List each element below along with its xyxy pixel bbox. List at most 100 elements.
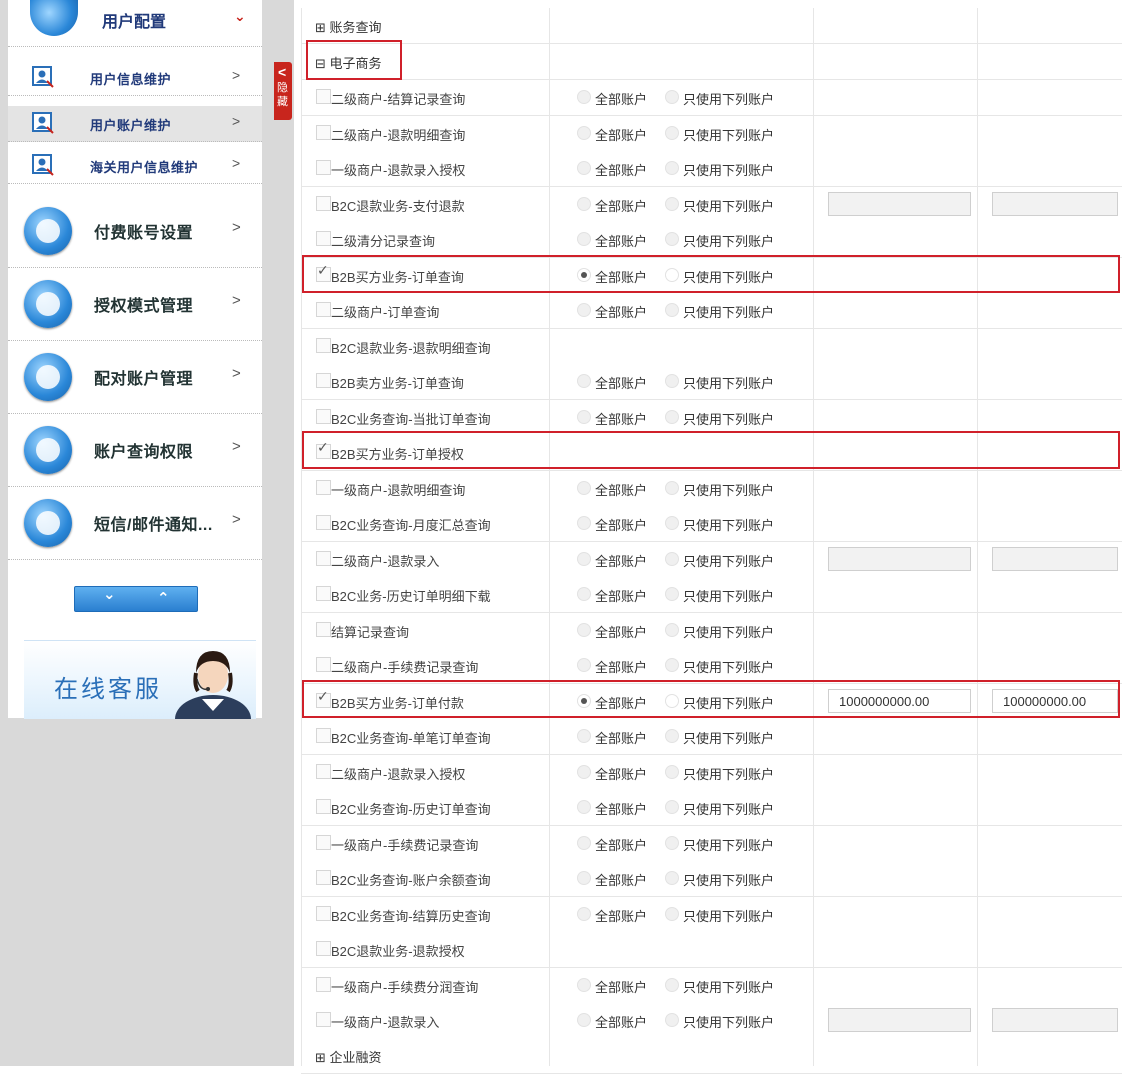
radio-only-accounts[interactable] bbox=[665, 480, 679, 495]
permission-label: 二级商户-退款录入 bbox=[331, 553, 440, 569]
radio-only-accounts[interactable] bbox=[665, 125, 679, 140]
sidebar-item[interactable]: 配对账户管理 > bbox=[8, 341, 262, 414]
radio-all-accounts[interactable] bbox=[577, 977, 591, 992]
radio-all-accounts[interactable] bbox=[577, 196, 591, 211]
sidebar-item[interactable]: 短信/邮件通知... > bbox=[8, 487, 262, 560]
permission-label: B2C业务查询-历史订单查询 bbox=[331, 802, 491, 817]
scroll-down-button[interactable]: ⌄ bbox=[103, 585, 116, 603]
sidebar-subitem[interactable]: 海关用户信息维护 > bbox=[8, 148, 262, 184]
radio-all-accounts[interactable] bbox=[577, 303, 591, 317]
radio-only-accounts[interactable] bbox=[665, 161, 679, 175]
permission-checkbox[interactable] bbox=[316, 1012, 331, 1027]
radio-all-accounts[interactable] bbox=[577, 906, 591, 921]
radio-only-accounts[interactable] bbox=[665, 90, 679, 104]
hide-sidebar-tab[interactable]: < 隐 藏 bbox=[274, 62, 292, 120]
group-row-account-query[interactable]: ⊞ 账务查询 bbox=[301, 8, 1122, 44]
sidebar-subitem[interactable]: 用户账户维护 > bbox=[8, 106, 262, 142]
sidebar-item[interactable]: 账户查询权限 > bbox=[8, 414, 262, 487]
radio-only-accounts[interactable] bbox=[665, 658, 679, 672]
radio-all-accounts[interactable] bbox=[577, 658, 591, 672]
radio-all-accounts[interactable] bbox=[577, 835, 591, 850]
radio-all-accounts[interactable] bbox=[577, 480, 591, 495]
radio-only-accounts[interactable] bbox=[665, 729, 679, 743]
limit-input-1[interactable] bbox=[828, 1008, 971, 1032]
radio-only-accounts[interactable] bbox=[665, 303, 679, 317]
highlight-ecommerce bbox=[306, 40, 402, 80]
scroll-up-button[interactable]: ⌃ bbox=[157, 589, 170, 607]
limit-input-1[interactable] bbox=[828, 191, 971, 216]
permission-checkbox[interactable] bbox=[316, 515, 331, 530]
permission-checkbox[interactable] bbox=[316, 479, 331, 495]
limit-input-1[interactable] bbox=[828, 546, 971, 571]
radio-all-accounts[interactable] bbox=[577, 409, 591, 424]
radio-all-accounts[interactable] bbox=[577, 551, 591, 566]
permission-checkbox[interactable] bbox=[316, 834, 331, 850]
radio-only-accounts[interactable] bbox=[665, 409, 679, 424]
collapse-arrow-icon: < bbox=[278, 64, 287, 80]
permission-label: 二级清分记录查询 bbox=[331, 234, 436, 249]
radio-all-accounts[interactable] bbox=[577, 125, 591, 140]
radio-all-accounts[interactable] bbox=[577, 622, 591, 637]
radio-only-accounts[interactable] bbox=[665, 835, 679, 850]
radio-all-accounts[interactable] bbox=[577, 764, 591, 779]
radio-only-accounts[interactable] bbox=[665, 977, 679, 992]
radio-all-accounts[interactable] bbox=[577, 800, 591, 814]
limit-input-2[interactable] bbox=[992, 191, 1118, 216]
radio-all-accounts[interactable] bbox=[577, 871, 591, 885]
permission-checkbox[interactable] bbox=[316, 905, 331, 921]
group-row-enterprise-finance[interactable]: ⊞ 企业融资 bbox=[301, 1038, 1122, 1074]
radio-all-accounts[interactable] bbox=[577, 1013, 591, 1027]
radio-all-accounts[interactable] bbox=[577, 729, 591, 743]
radio-only-accounts[interactable] bbox=[665, 764, 679, 779]
sidebar-item[interactable]: 授权模式管理 > bbox=[8, 268, 262, 341]
permission-checkbox[interactable] bbox=[316, 302, 331, 317]
permission-checkbox[interactable] bbox=[316, 195, 331, 211]
permission-checkbox[interactable] bbox=[316, 763, 331, 779]
permission-checkbox[interactable] bbox=[316, 657, 331, 672]
permission-checkbox[interactable] bbox=[316, 373, 331, 388]
permission-checkbox[interactable] bbox=[316, 124, 331, 140]
permission-checkbox[interactable] bbox=[316, 586, 331, 601]
radio-all-accounts[interactable] bbox=[577, 161, 591, 175]
radio-only-accounts[interactable] bbox=[665, 374, 679, 388]
radio-only-accounts[interactable] bbox=[665, 551, 679, 566]
radio-all-accounts-label: 全部账户 bbox=[595, 979, 648, 995]
permission-checkbox[interactable] bbox=[316, 621, 331, 637]
radio-only-accounts-label: 只使用下列账户 bbox=[683, 837, 775, 853]
radio-only-accounts[interactable] bbox=[665, 516, 679, 530]
permission-checkbox[interactable] bbox=[316, 550, 331, 566]
highlight-b2b-order-payment bbox=[302, 680, 1120, 718]
radio-only-accounts[interactable] bbox=[665, 196, 679, 211]
radio-all-accounts[interactable] bbox=[577, 374, 591, 388]
online-service-banner[interactable]: 在线客服 bbox=[24, 640, 256, 719]
radio-only-accounts[interactable] bbox=[665, 800, 679, 814]
permission-checkbox[interactable] bbox=[316, 408, 331, 424]
radio-all-accounts[interactable] bbox=[577, 232, 591, 246]
radio-all-accounts[interactable] bbox=[577, 90, 591, 104]
group-label: ⊞ 账务查询 bbox=[315, 20, 382, 35]
radio-only-accounts[interactable] bbox=[665, 622, 679, 637]
permission-checkbox[interactable] bbox=[316, 976, 331, 992]
permission-checkbox[interactable] bbox=[316, 89, 331, 104]
limit-input-2[interactable] bbox=[992, 546, 1118, 571]
group-row-ecommerce[interactable]: ⊟ 电子商务 bbox=[301, 44, 1122, 80]
radio-only-accounts[interactable] bbox=[665, 906, 679, 921]
permission-checkbox[interactable] bbox=[316, 799, 331, 814]
radio-all-accounts[interactable] bbox=[577, 516, 591, 530]
sidebar-item-user-config[interactable]: 用户配置 ⌄ bbox=[8, 0, 262, 47]
permission-checkbox[interactable] bbox=[316, 941, 331, 956]
radio-only-accounts[interactable] bbox=[665, 1013, 679, 1027]
permission-checkbox[interactable] bbox=[316, 728, 331, 743]
radio-only-accounts[interactable] bbox=[665, 587, 679, 601]
limit-input-2[interactable] bbox=[992, 1008, 1118, 1032]
permission-checkbox[interactable] bbox=[316, 870, 331, 885]
radio-all-accounts[interactable] bbox=[577, 587, 591, 601]
sidebar-item[interactable]: 付费账号设置 > bbox=[8, 195, 262, 268]
permission-checkbox[interactable] bbox=[316, 337, 331, 353]
permission-checkbox[interactable] bbox=[316, 231, 331, 246]
permission-checkbox[interactable] bbox=[316, 160, 331, 175]
radio-only-accounts[interactable] bbox=[665, 871, 679, 885]
radio-only-accounts[interactable] bbox=[665, 232, 679, 246]
sidebar-subitem[interactable]: 用户信息维护 > bbox=[8, 60, 262, 96]
radio-all-accounts-label: 全部账户 bbox=[595, 1015, 648, 1030]
